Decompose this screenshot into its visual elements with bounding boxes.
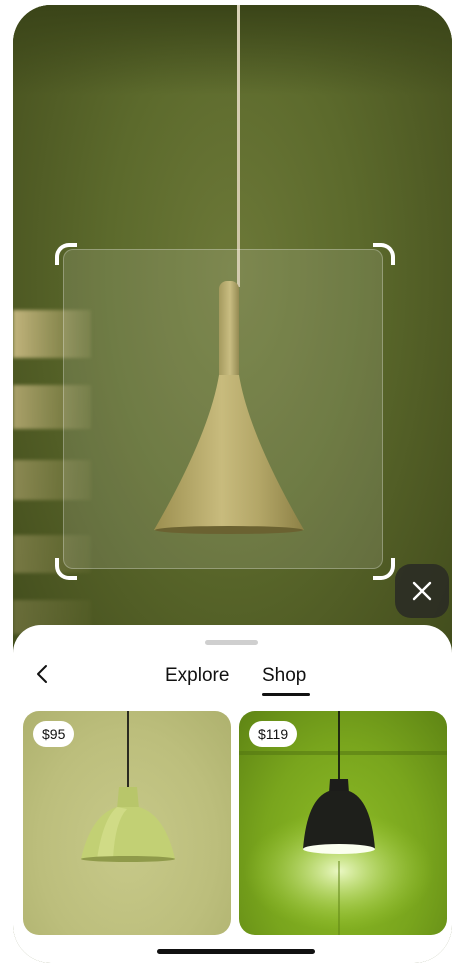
selection-corner-top-right[interactable] bbox=[373, 243, 395, 265]
price-badge: $95 bbox=[33, 721, 75, 747]
product-card[interactable]: $95 bbox=[23, 711, 231, 935]
tab-selected-indicator bbox=[262, 693, 310, 696]
selection-corner-bottom-left[interactable] bbox=[55, 558, 77, 580]
close-icon bbox=[412, 581, 432, 601]
results-bottom-sheet: Explore Shop $95 $119 bbox=[13, 625, 452, 963]
lamp-cord bbox=[237, 5, 240, 287]
product-card[interactable]: $119 bbox=[239, 711, 447, 935]
phone-screen: Explore Shop $95 $119 bbox=[13, 5, 452, 963]
selection-corner-bottom-right[interactable] bbox=[373, 558, 395, 580]
sheet-grabber[interactable] bbox=[205, 640, 258, 645]
lamp-shade bbox=[154, 375, 304, 534]
close-button[interactable] bbox=[395, 564, 449, 618]
selection-corner-top-left[interactable] bbox=[55, 243, 77, 265]
ceiling-shadow bbox=[13, 5, 452, 95]
tab-shop[interactable]: Shop bbox=[262, 665, 306, 687]
chevron-left-icon bbox=[37, 665, 47, 683]
home-indicator[interactable] bbox=[157, 949, 315, 954]
tab-explore[interactable]: Explore bbox=[165, 665, 229, 687]
back-button[interactable] bbox=[29, 659, 55, 689]
camera-viewfinder bbox=[13, 5, 452, 705]
price-badge: $119 bbox=[249, 721, 298, 747]
